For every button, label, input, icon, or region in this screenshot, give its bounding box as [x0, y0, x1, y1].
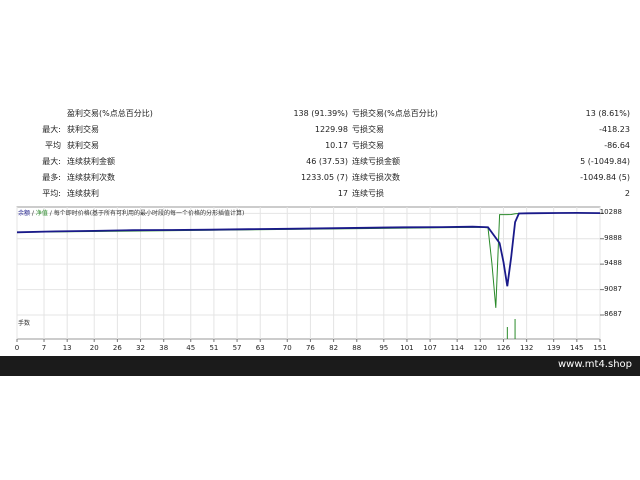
y-tick-label: 9888: [604, 233, 622, 242]
x-tick-label: 0: [14, 344, 20, 352]
volume-label: 手数: [18, 320, 31, 327]
x-tick-label: 107: [423, 344, 437, 352]
stat-value-left: 17: [337, 189, 348, 198]
stat-label-right: 连续亏损次数: [352, 173, 400, 182]
stats-row: 盈利交易(%点总百分比) 138 (91.39%) 亏损交易(%点总百分比) 13 (…: [0, 106, 640, 122]
legend-description: 每个即时价格(基于所有可利用的最小时段的每一个价格的分形插值计算): [53, 210, 245, 217]
stat-value-right: -418.23: [599, 125, 630, 134]
x-tick-label: 45: [186, 344, 196, 352]
stat-prefix: 最大:: [42, 157, 61, 166]
stat-label-left: 盈利交易(%点总百分比): [67, 109, 153, 118]
y-tick-label: 10288: [599, 208, 622, 217]
stats-row: 最大: 连续获利金额 46 (37.53) 连续亏损金额 5 (-1049.84): [0, 154, 640, 170]
watermark: www.mt4.shop: [557, 359, 632, 370]
legend-balance: 余额: [18, 210, 31, 217]
stat-label-left: 获利交易: [67, 125, 99, 134]
x-tick-label: 101: [400, 344, 414, 352]
x-tick-label: 7: [41, 344, 47, 352]
stat-label-left: 连续获利: [67, 189, 99, 198]
x-tick-label: 114: [450, 344, 464, 352]
x-tick-label: 38: [159, 344, 169, 352]
balance-equity-chart: 余额 / 净值 / 每个即时价格(基于所有可利用的最小时段的每一个价格的分形插值…: [0, 205, 640, 357]
x-tick-label: 70: [282, 344, 292, 352]
stats-row: 最大: 获利交易 1229.98 亏损交易 -418.23: [0, 122, 640, 138]
stat-value-left: 1233.05 (7): [301, 173, 348, 182]
stat-value-right: -1049.84 (5): [580, 173, 630, 182]
trade-statistics: 盈利交易(%点总百分比) 138 (91.39%) 亏损交易(%点总百分比) 13 (…: [0, 106, 640, 204]
y-tick-label: 8687: [604, 310, 622, 318]
stat-value-right: -86.64: [604, 141, 630, 150]
y-tick-label: 9087: [604, 284, 622, 293]
y-tick-label: 9488: [604, 259, 622, 268]
stat-value-left: 138 (91.39%): [293, 109, 348, 118]
plot-frame: [16, 206, 601, 316]
x-tick-label: 95: [379, 344, 389, 352]
stat-value-left: 46 (37.53): [306, 157, 348, 166]
x-tick-label: 132: [519, 344, 534, 352]
x-tick-label: 13: [62, 344, 72, 352]
x-tick-label: 63: [255, 344, 265, 352]
stat-label-right: 亏损交易: [352, 141, 384, 150]
stat-prefix: 平均: [45, 141, 61, 150]
chart-canvas: [16, 206, 604, 342]
stats-row: 最多: 连续获利次数 1233.05 (7) 连续亏损次数 -1049.84 (5): [0, 170, 640, 186]
stat-label-right: 连续亏损: [352, 189, 384, 198]
stat-prefix: 最多:: [42, 173, 61, 182]
stat-value-right: 5 (-1049.84): [580, 157, 630, 166]
stat-label-left: 获利交易: [67, 141, 99, 150]
stats-row: 平均: 连续获利 17 连续亏损 2: [0, 186, 640, 202]
volume-frame: [16, 314, 601, 340]
x-tick-label: 151: [593, 344, 607, 352]
x-tick-label: 26: [112, 344, 122, 352]
x-tick-label: 139: [546, 344, 561, 352]
stat-label-right: 亏损交易: [352, 125, 384, 134]
stat-label-left: 连续获利次数: [67, 173, 115, 182]
stats-row: 平均 获利交易 10.17 亏损交易 -86.64: [0, 138, 640, 154]
x-tick-label: 126: [496, 344, 511, 352]
stat-label-right: 亏损交易(%点总百分比): [352, 109, 438, 118]
x-tick-label: 120: [473, 344, 487, 352]
stat-label-right: 连续亏损金额: [352, 157, 400, 166]
footer-bar: www.mt4.shop: [0, 356, 640, 376]
x-tick-label: 32: [136, 344, 146, 352]
x-tick-label: 88: [352, 344, 362, 352]
x-tick-label: 82: [329, 344, 339, 352]
chart-legend: 余额 / 净值 / 每个即时价格(基于所有可利用的最小时段的每一个价格的分形插值…: [18, 208, 244, 217]
stat-prefix: 平均:: [42, 189, 61, 198]
x-tick-label: 57: [232, 344, 242, 352]
blank-area-bottom: [0, 376, 640, 480]
stat-value-right: 2: [624, 189, 630, 198]
x-tick-label: 51: [209, 344, 219, 352]
stat-label-left: 连续获利金额: [67, 157, 115, 166]
legend-equity: 净值: [35, 210, 48, 217]
stat-prefix: 最大:: [42, 125, 61, 134]
x-tick-label: 20: [89, 344, 99, 352]
stat-value-left: 1229.98: [314, 125, 348, 134]
x-tick-label: 145: [570, 344, 584, 352]
stat-value-left: 10.17: [325, 141, 348, 150]
stat-value-right: 13 (8.61%): [585, 109, 630, 118]
blank-area-top: [0, 0, 640, 105]
x-tick-label: 76: [305, 344, 315, 352]
